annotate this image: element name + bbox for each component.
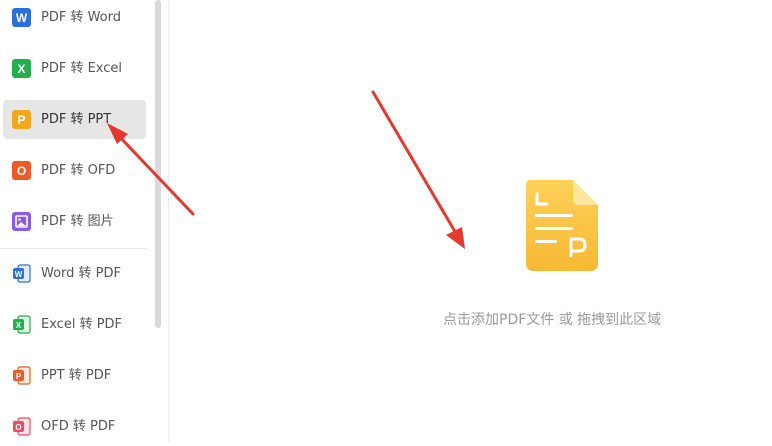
sidebar-item-label: Excel 转 PDF	[41, 317, 123, 332]
ppt-outline-icon: P	[13, 366, 31, 385]
sidebar: W PDF 转 Word X PDF 转 Excel P PDF 转 PPT O…	[0, 0, 169, 442]
svg-text:X: X	[16, 321, 22, 330]
sidebar-item-pdf-to-word[interactable]: W PDF 转 Word	[3, 0, 146, 37]
svg-text:X: X	[17, 62, 25, 76]
sidebar-item-label: PDF 转 图片	[41, 214, 114, 229]
sidebar-divider	[0, 248, 146, 249]
svg-text:W: W	[15, 270, 23, 279]
svg-text:O: O	[15, 423, 21, 432]
sidebar-item-label: OFD 转 PDF	[41, 419, 116, 434]
excel-icon: X	[12, 59, 31, 78]
sidebar-item-label: PPT 转 PDF	[41, 368, 112, 383]
svg-text:P: P	[17, 113, 25, 127]
sidebar-item-label: PDF 转 Word	[41, 10, 122, 25]
sidebar-item-ofd-to-pdf[interactable]: O OFD 转 PDF	[3, 407, 146, 446]
sidebar-scrollbar[interactable]	[155, 0, 161, 328]
sidebar-item-label: Word 转 PDF	[41, 266, 122, 281]
sidebar-item-pdf-to-ofd[interactable]: O PDF 转 OFD	[3, 151, 146, 190]
svg-text:W: W	[16, 11, 28, 25]
sidebar-item-word-to-pdf[interactable]: W Word 转 PDF	[3, 254, 146, 293]
excel-outline-icon: X	[13, 315, 31, 334]
pdf-file-icon	[526, 180, 598, 271]
sidebar-item-pdf-to-image[interactable]: PDF 转 图片	[3, 202, 146, 241]
sidebar-item-excel-to-pdf[interactable]: X Excel 转 PDF	[3, 305, 146, 344]
sidebar-item-label: PDF 转 Excel	[41, 61, 123, 76]
ppt-icon: P	[12, 110, 31, 129]
word-icon: W	[12, 8, 31, 27]
sidebar-item-ppt-to-pdf[interactable]: P PPT 转 PDF	[3, 356, 146, 395]
drop-hint-text: 点击添加PDF文件 或 拖拽到此区域	[443, 312, 662, 328]
sidebar-item-label: PDF 转 OFD	[41, 163, 116, 178]
svg-text:O: O	[17, 164, 26, 178]
sidebar-item-pdf-to-ppt[interactable]: P PDF 转 PPT	[3, 100, 146, 139]
ofd-outline-icon: O	[13, 417, 31, 436]
ofd-icon: O	[12, 161, 31, 180]
drop-zone[interactable]	[169, 0, 772, 442]
svg-text:P: P	[16, 372, 22, 381]
sidebar-item-pdf-to-excel[interactable]: X PDF 转 Excel	[3, 49, 146, 88]
image-icon	[12, 212, 31, 231]
sidebar-item-label: PDF 转 PPT	[41, 112, 112, 127]
word-outline-icon: W	[13, 264, 31, 283]
